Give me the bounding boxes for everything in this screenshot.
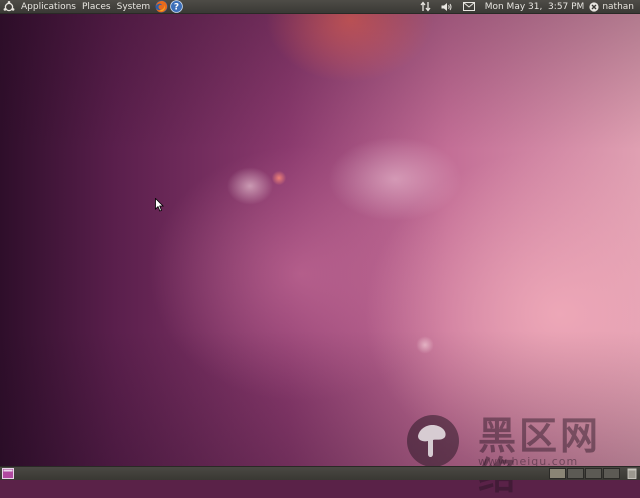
workspace-1[interactable]: [549, 468, 566, 479]
wallpaper-shade: [0, 14, 640, 466]
menu-applications[interactable]: Applications: [18, 0, 79, 14]
help-launcher[interactable]: ?: [170, 0, 183, 13]
user-name: nathan: [602, 1, 634, 12]
workspace-3[interactable]: [585, 468, 602, 479]
svg-text:?: ?: [174, 3, 179, 13]
bottom-panel: [0, 466, 640, 480]
watermark-logo-icon: [407, 415, 459, 467]
workspace-2[interactable]: [567, 468, 584, 479]
menu-places[interactable]: Places: [79, 0, 114, 14]
mail-indicator[interactable]: [462, 2, 475, 11]
network-updown-icon: [420, 1, 431, 12]
top-panel: Applications Places System ? Mon May 31,…: [0, 0, 640, 14]
trash-icon[interactable]: [627, 468, 637, 479]
mouse-cursor-icon: [155, 198, 164, 212]
clock[interactable]: Mon May 31, 3:57 PM: [485, 0, 585, 14]
watermark: 黑区网络 www.heiqu.com: [406, 414, 638, 496]
volume-indicator[interactable]: [441, 2, 453, 12]
user-session-menu[interactable]: nathan: [589, 2, 634, 12]
workspace-switcher[interactable]: [549, 468, 621, 479]
session-x-icon: [589, 1, 599, 12]
network-indicator[interactable]: [420, 1, 431, 12]
ubuntu-logo-icon[interactable]: [3, 0, 15, 13]
show-desktop-icon[interactable]: [2, 468, 14, 479]
firefox-launcher[interactable]: [155, 0, 168, 13]
mail-icon: [462, 2, 475, 11]
help-icon: ?: [170, 0, 183, 13]
workspace-4[interactable]: [603, 468, 620, 479]
firefox-icon: [155, 0, 168, 13]
desktop[interactable]: [0, 14, 640, 466]
volume-icon: [441, 2, 452, 11]
menu-system[interactable]: System: [114, 0, 154, 14]
